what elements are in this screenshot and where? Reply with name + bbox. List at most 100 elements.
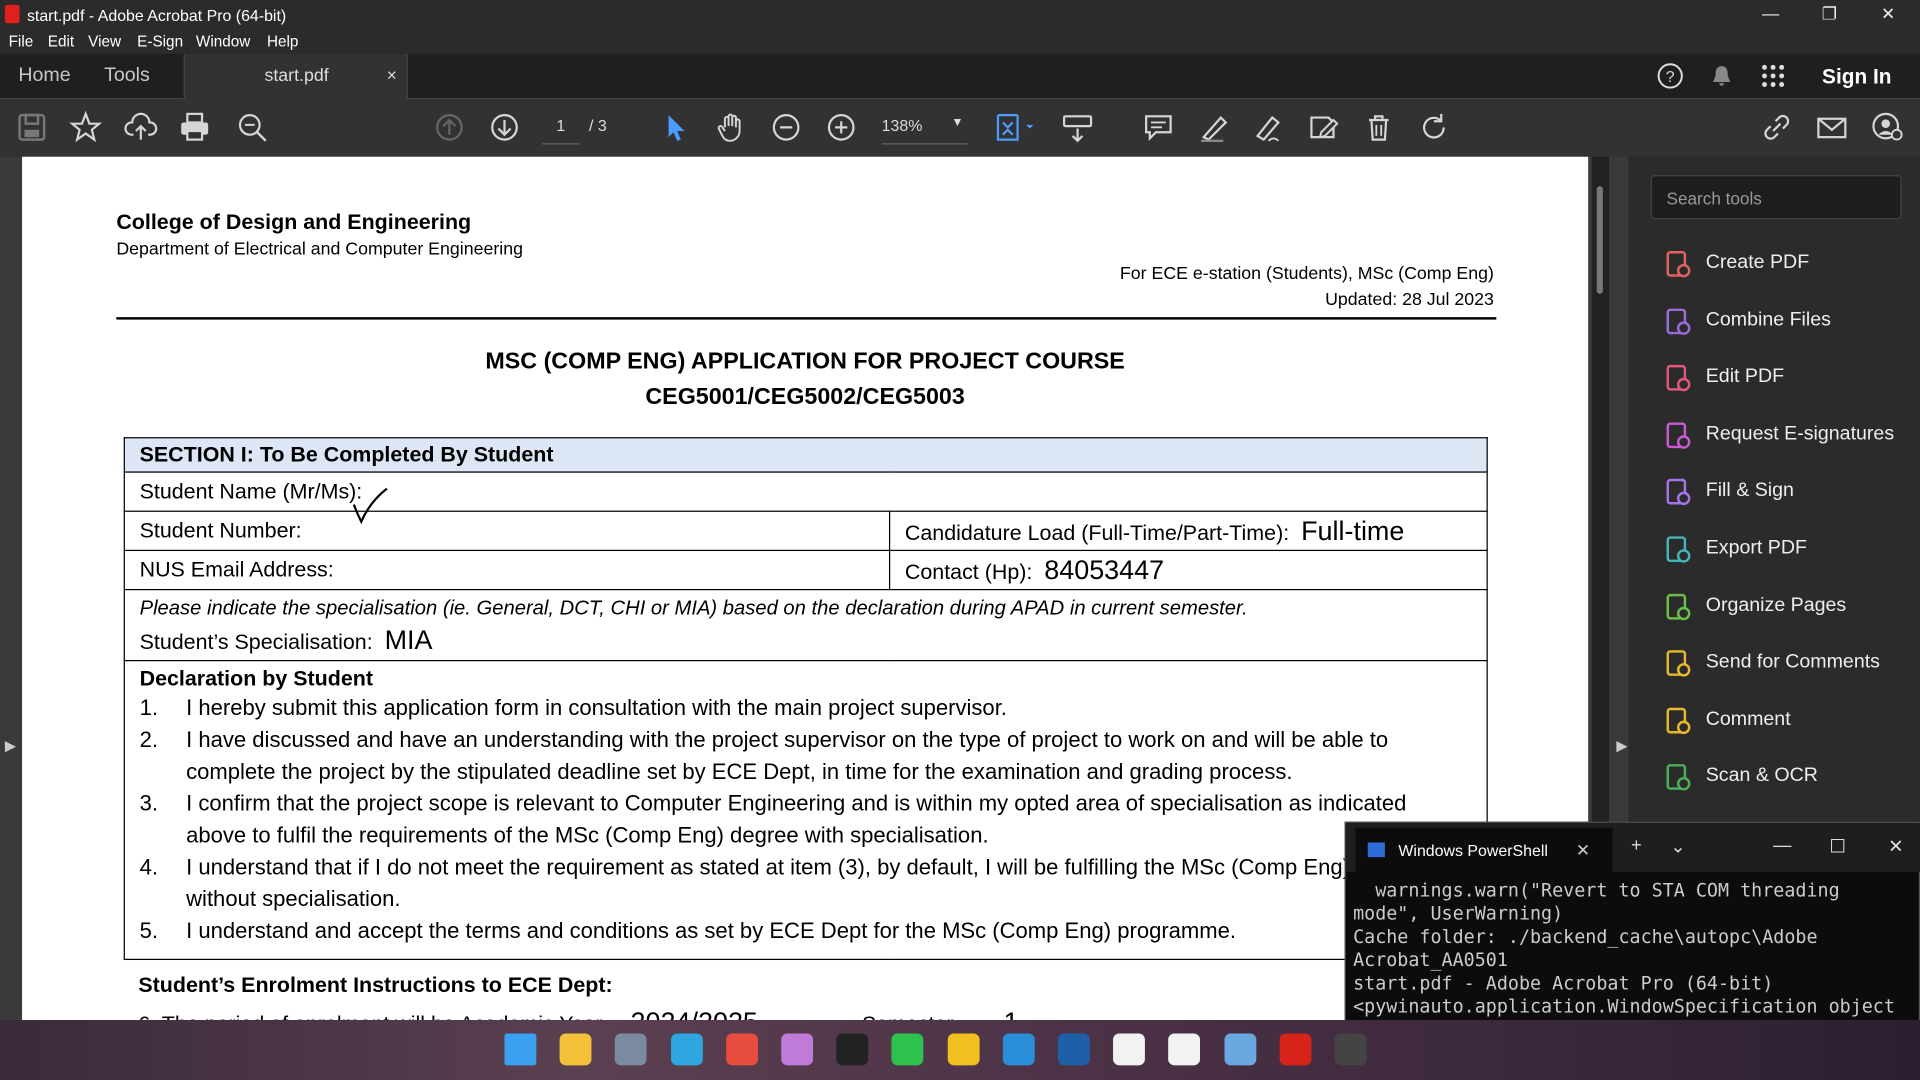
zoom-in-icon[interactable] bbox=[824, 110, 858, 144]
zoom-out-icon[interactable] bbox=[769, 110, 803, 144]
menu-bar: File Edit View E-Sign Window Help bbox=[0, 29, 1920, 54]
college-name: College of Design and Engineering bbox=[116, 209, 472, 234]
vscode-icon[interactable] bbox=[1002, 1033, 1035, 1066]
upload-cloud-icon[interactable] bbox=[124, 110, 158, 144]
specialisation-field[interactable]: Please indicate the specialisation (ie. … bbox=[123, 588, 1488, 662]
next-page-icon[interactable] bbox=[487, 110, 521, 144]
specialisation-note: Please indicate the specialisation (ie. … bbox=[139, 597, 1248, 620]
close-tab-icon[interactable]: ✕ bbox=[1576, 840, 1590, 861]
tab-tools[interactable]: Tools bbox=[104, 65, 150, 87]
file-explorer-icon[interactable] bbox=[559, 1033, 592, 1066]
document-tab-label: start.pdf bbox=[264, 66, 329, 86]
sign-pen-icon[interactable] bbox=[1251, 110, 1285, 144]
find-zoom-icon[interactable] bbox=[235, 110, 269, 144]
scrollbar-thumb[interactable] bbox=[1596, 186, 1603, 294]
menu-edit[interactable]: Edit bbox=[48, 33, 74, 50]
windows-start-icon[interactable] bbox=[504, 1033, 537, 1066]
email-field[interactable]: NUS Email Address: bbox=[123, 549, 891, 591]
left-panel-toggle-icon[interactable]: ▶ bbox=[5, 737, 16, 754]
ps-minimize-button[interactable]: — bbox=[1773, 835, 1791, 856]
student-name-field[interactable]: Student Name (Mr/Ms): bbox=[123, 471, 1488, 512]
hand-pan-icon[interactable] bbox=[714, 110, 748, 144]
rotate-icon[interactable] bbox=[1417, 110, 1451, 144]
menu-view[interactable]: View bbox=[88, 33, 121, 50]
minimize-button[interactable]: — bbox=[1741, 0, 1800, 29]
qq-icon[interactable] bbox=[836, 1033, 869, 1066]
browser-icon[interactable] bbox=[947, 1033, 980, 1066]
page-fit-icon[interactable] bbox=[992, 110, 1039, 144]
select-cursor-icon[interactable] bbox=[659, 110, 693, 144]
student-number-field[interactable]: Student Number: bbox=[123, 510, 891, 552]
tool-export-pdf[interactable]: Export PDF bbox=[1663, 533, 1920, 570]
cat-app-icon[interactable] bbox=[781, 1033, 814, 1066]
menu-window[interactable]: Window bbox=[196, 33, 250, 50]
share-user-icon[interactable] bbox=[1870, 110, 1904, 144]
terminal-output[interactable]: warnings.warn("Revert to STA COM threadi… bbox=[1353, 879, 1910, 1042]
bookmark-star-icon[interactable] bbox=[69, 110, 103, 144]
candidature-load-field[interactable]: Candidature Load (Full-Time/Part-Time): … bbox=[888, 510, 1488, 552]
right-panel-toggle-icon[interactable]: ▶ bbox=[1616, 737, 1627, 754]
restore-button[interactable]: ❐ bbox=[1800, 0, 1859, 29]
tool-comment[interactable]: Comment bbox=[1663, 704, 1920, 741]
ps-close-button[interactable]: ✕ bbox=[1888, 835, 1903, 857]
typora-icon[interactable] bbox=[1168, 1033, 1201, 1066]
edge-icon[interactable] bbox=[670, 1033, 703, 1066]
close-window-button[interactable]: ✕ bbox=[1859, 0, 1918, 29]
notification-bell-icon[interactable] bbox=[1709, 64, 1733, 88]
tab-document[interactable]: start.pdf × bbox=[183, 53, 408, 100]
tool-edit-pdf[interactable]: Edit PDF bbox=[1663, 361, 1920, 398]
tool-organize-pages[interactable]: Organize Pages bbox=[1663, 590, 1920, 627]
tool-fill-sign[interactable]: Fill & Sign bbox=[1663, 476, 1920, 513]
page-number-input[interactable]: 1 bbox=[542, 116, 579, 134]
candidature-label: Candidature Load (Full-Time/Part-Time): bbox=[904, 519, 1290, 545]
previous-page-icon[interactable] bbox=[432, 110, 466, 144]
tool-request-esign[interactable]: Request E-signatures bbox=[1663, 419, 1920, 456]
email-icon[interactable] bbox=[1815, 110, 1849, 144]
tool-combine-files[interactable]: Combine Files bbox=[1663, 304, 1920, 341]
tool-create-pdf[interactable]: Create PDF bbox=[1663, 247, 1920, 284]
powershell-tab[interactable]: Windows PowerShell ✕ bbox=[1355, 827, 1613, 872]
declaration-text: I confirm that the project scope is rele… bbox=[186, 791, 1407, 848]
chrome-icon[interactable] bbox=[725, 1033, 758, 1066]
apps-grid-icon[interactable] bbox=[1761, 64, 1785, 88]
menu-help[interactable]: Help bbox=[267, 33, 298, 50]
semester-value: 1 bbox=[1004, 1007, 1019, 1020]
edit-text-icon[interactable] bbox=[1307, 110, 1341, 144]
image-app-icon[interactable] bbox=[1224, 1033, 1256, 1066]
email-label: NUS Email Address: bbox=[139, 557, 334, 582]
specialisation-label: Student’s Specialisation: bbox=[139, 629, 373, 654]
tool-label: Export PDF bbox=[1705, 537, 1807, 559]
menu-esign[interactable]: E-Sign bbox=[137, 33, 183, 50]
comment-icon[interactable] bbox=[1141, 110, 1175, 144]
student-name-label: Student Name (Mr/Ms): bbox=[139, 478, 363, 504]
declaration-number: 2. bbox=[139, 727, 158, 752]
close-tab-icon[interactable]: × bbox=[387, 65, 397, 85]
highlight-pen-icon[interactable] bbox=[1196, 110, 1230, 144]
zoom-level-select[interactable]: 138% ▼ bbox=[882, 116, 968, 134]
acrobat-icon[interactable] bbox=[1279, 1033, 1312, 1066]
search-tools-input[interactable]: Search tools bbox=[1650, 175, 1902, 220]
app-icon[interactable] bbox=[1057, 1033, 1090, 1066]
tool-send-comments[interactable]: Send for Comments bbox=[1663, 647, 1920, 684]
terminal-icon[interactable] bbox=[1334, 1033, 1367, 1066]
menu-file[interactable]: File bbox=[9, 33, 34, 50]
tab-dropdown-button[interactable]: ⌄ bbox=[1670, 835, 1685, 857]
notion-icon[interactable] bbox=[1113, 1033, 1146, 1066]
help-icon[interactable]: ? bbox=[1657, 62, 1684, 89]
new-tab-button[interactable]: + bbox=[1631, 835, 1642, 856]
zoom-value: 138% bbox=[881, 116, 923, 135]
organize-pages-icon bbox=[1666, 593, 1691, 620]
scrolling-mode-icon[interactable] bbox=[1060, 110, 1094, 144]
print-icon[interactable] bbox=[178, 110, 212, 144]
tool-scan-ocr[interactable]: Scan & OCR bbox=[1663, 761, 1920, 798]
application-form-table: SECTION I: To Be Completed By Student St… bbox=[123, 437, 1488, 961]
wechat-icon[interactable] bbox=[891, 1033, 924, 1066]
sign-in-button[interactable]: Sign In bbox=[1822, 65, 1891, 89]
ps-maximize-button[interactable]: ☐ bbox=[1829, 835, 1845, 857]
settings-icon[interactable] bbox=[615, 1033, 648, 1066]
delete-trash-icon[interactable] bbox=[1362, 110, 1396, 144]
share-link-icon[interactable] bbox=[1760, 110, 1794, 144]
contact-field[interactable]: Contact (Hp): 84053447 bbox=[888, 549, 1488, 591]
tab-home[interactable]: Home bbox=[18, 65, 70, 87]
save-icon[interactable] bbox=[15, 110, 49, 144]
